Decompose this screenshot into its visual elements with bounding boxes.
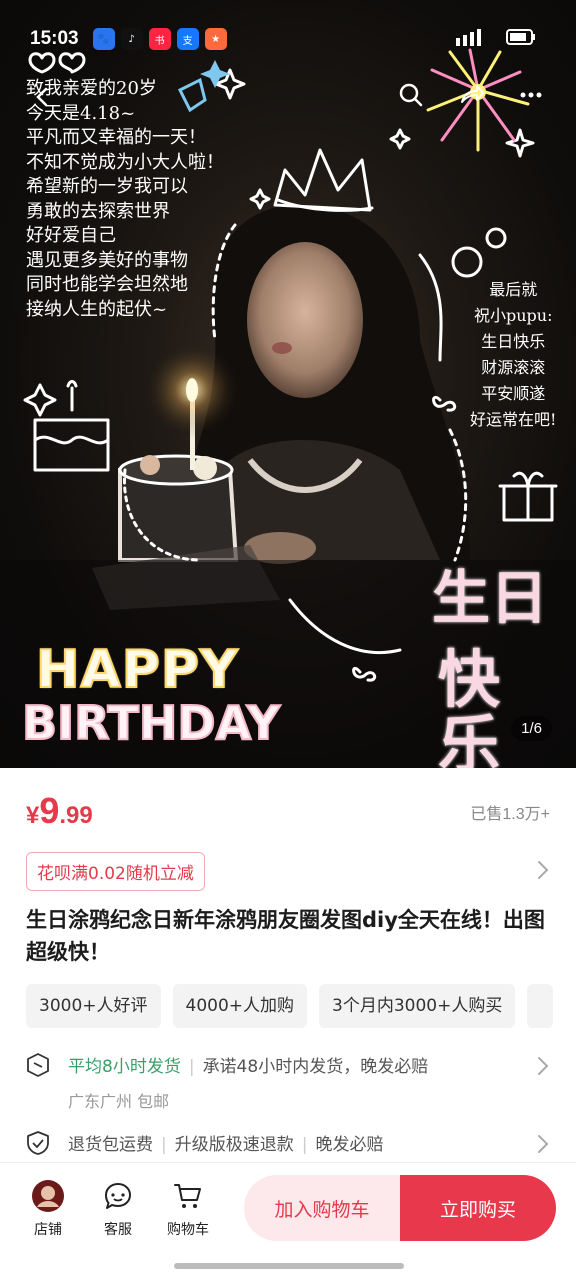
handwritten-note-right: 最后就 祝小pupu: 生日快乐 财源滚滚 平安顺遂 好运常在吧! [470,282,556,438]
promo-row[interactable]: 花呗满0.02随机立减 [26,852,550,891]
note-line: 祝小pupu: [473,306,553,325]
returns-item-1: 退货包运费 [68,1135,153,1155]
note-line: 平凡而又幸福的一天！ [26,127,206,148]
shipping-promise: 承诺48小时内发货，晚发必赔 [202,1057,429,1077]
note-line: 希望新的一岁我可以 [26,176,188,197]
note-line: 生日快乐 [481,332,546,351]
service-label: 客服 [104,1222,132,1238]
search-icon [399,83,423,107]
more-icon [520,92,542,98]
baidu-icon: 🐾 [92,28,115,50]
shipping-location: 广东广州 包邮 [68,1092,170,1111]
tag-reviews[interactable]: 3000+人好评 [26,984,161,1028]
note-line: 接纳人生的起伏~ [26,298,168,320]
share-button[interactable] [454,78,488,112]
image-counter: 1/6 [511,716,552,741]
note-line: 致我亲爱的20岁 [26,78,157,99]
status-indicators [456,28,536,50]
birthday-chinese-line1: 生日 [432,564,549,632]
price-decimal: .99 [59,802,93,829]
share-icon [461,85,484,103]
note-line: 最后就 [489,280,538,299]
sold-count: 已售1.3万+ [470,806,550,823]
returns-item-2: 升级版极速退款 [174,1135,294,1155]
product-image[interactable]: 15:03 🐾 ♪ 书 支 ★ 致我亲爱的20岁 今天是4.18~ 平凡而又幸福… [0,0,576,768]
store-label: 店铺 [34,1222,62,1238]
home-indicator[interactable] [174,1263,404,1269]
search-button[interactable] [394,78,428,112]
status-time: 15:03 [30,28,79,49]
tiktok-icon: ♪ [120,28,143,50]
handwritten-note-left: 致我亲爱的20岁 今天是4.18~ 平凡而又幸福的一天！ 不知不觉成为小大人啦！… [26,80,224,325]
note-line: 财源滚滚 [481,358,546,377]
shield-check-icon [27,1131,49,1155]
returns-info: 退货包运费 | 升级版极速退款 | 晚发必赔 [68,1135,384,1155]
product-title: 生日涂鸦纪念日新年涂鸦朋友圈发图diy全天在线！出图超级快！ [26,908,545,964]
shipping-info: 平均8小时发货 | 承诺48小时内发货，晚发必赔 [68,1057,429,1077]
more-button[interactable] [514,78,548,112]
store-avatar-icon [32,1180,64,1212]
tag-more[interactable] [527,984,554,1028]
status-app-icons: 🐾 ♪ 书 支 ★ [92,28,227,50]
service-button[interactable]: 客服 [88,1179,148,1239]
shipping-box-icon [27,1053,49,1077]
note-line: 平安顺遂 [481,384,546,403]
note-line: 遇见更多美好的事物 [26,249,188,271]
note-line: 同时也能学会坦然地 [26,274,188,295]
shipping-row[interactable]: 平均8小时发货 | 承诺48小时内发货，晚发必赔 广东广州 包邮 [26,1048,550,1118]
add-to-cart-button[interactable]: 加入购物车 [244,1175,400,1241]
buy-now-button[interactable]: 立即购买 [400,1175,556,1241]
alipay-icon: 支 [176,28,199,50]
cart-label: 购物车 [167,1222,209,1238]
happy-text: HAPPY [35,640,239,700]
chevron-right-icon [538,1057,549,1075]
tag-purchases[interactable]: 3个月内3000+人购买 [319,984,516,1028]
hero-nav-actions [394,78,548,112]
returns-item-3: 晚发必赔 [315,1135,384,1155]
status-bar: 15:03 🐾 ♪ 书 支 ★ [30,22,536,56]
store-button[interactable]: 店铺 [18,1179,78,1239]
price-row: ¥9.99 已售1.3万+ [26,790,550,834]
customer-service-icon [105,1183,131,1209]
price-integer: 9 [39,790,60,831]
xiaohongshu-icon: 书 [148,28,171,50]
birthday-text: BIRTHDAY [21,696,281,750]
signal-icon [456,28,496,50]
shipping-highlight: 平均8小时发货 [68,1057,181,1077]
currency-symbol: ¥ [26,802,40,829]
tag-added-to-cart[interactable]: 4000+人加购 [172,984,308,1028]
note-line: 今天是4.18~ [26,102,136,124]
product-page: 15:03 🐾 ♪ 书 支 ★ 致我亲爱的20岁 今天是4.18~ 平凡而又幸福… [0,0,576,1280]
note-line: 不知不觉成为小大人啦！ [26,151,224,173]
note-line: 好好爱自己 [26,225,116,246]
bottom-action-bar: 店铺 客服 购物车 加入购物车 立即购买 [0,1162,576,1280]
note-line: 勇敢的去探索世界 [26,200,170,222]
promo-badge: 花呗满0.02随机立减 [26,852,205,891]
chevron-right-icon [538,1135,549,1153]
app-icon: ★ [204,28,227,50]
returns-row[interactable]: 退货包运费 | 升级版极速退款 | 晚发必赔 [26,1130,550,1158]
birthday-chinese-line2: 快乐 [438,642,501,768]
chevron-right-icon [538,861,549,879]
cart-button[interactable]: 购物车 [158,1179,218,1239]
product-tags: 3000+人好评 4000+人加购 3个月内3000+人购买 [26,984,576,1028]
note-line: 好运常在吧! [470,410,557,429]
price: ¥9.99 [26,790,93,831]
shopping-cart-icon [174,1184,201,1208]
battery-icon [506,29,536,49]
